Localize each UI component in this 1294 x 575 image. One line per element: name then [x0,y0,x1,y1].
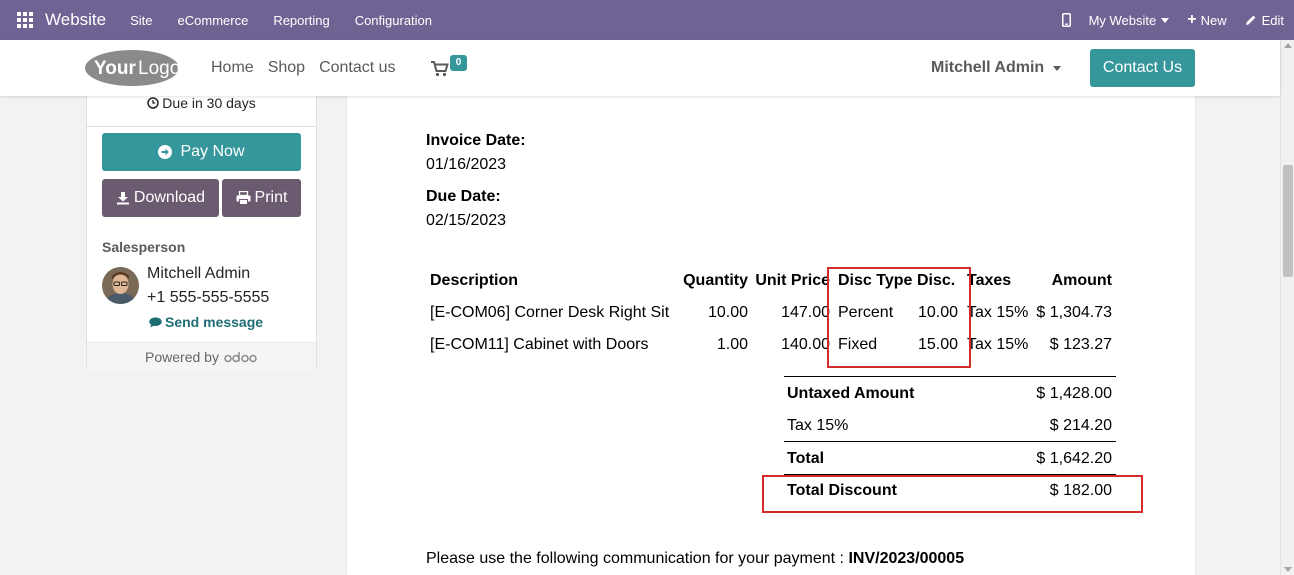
new-button[interactable]: + New [1187,11,1226,29]
website-header: Your Logo Home Shop Contact us 0 Mitchel… [0,40,1280,96]
chevron-down-icon [1053,65,1062,71]
col-unit-price: Unit Price [755,272,830,289]
cart-button[interactable]: 0 [431,53,471,83]
send-message-label: Send message [165,314,264,330]
chevron-down-icon [1161,17,1170,23]
shopping-cart-icon [431,61,449,77]
page-scrollbar[interactable] [1280,40,1294,575]
invoice-sidebar: Due in 30 days Pay Now Download Print Sa… [86,90,317,370]
powered-by-label: Powered by [145,348,219,365]
untaxed-amount-label: Untaxed Amount [787,385,915,402]
total-amount: $ 1,642.20 [1036,450,1112,467]
salesperson-label: Salesperson [102,239,186,255]
divider [784,441,1116,442]
salesperson-avatar [102,267,139,304]
total-discount-highlight [762,475,1143,513]
menu-reporting[interactable]: Reporting [273,13,329,28]
apps-menu-icon[interactable] [17,12,33,28]
invoice-document: Invoice Date: 01/16/2023 Due Date: 02/15… [347,90,1195,575]
line-unit-price: 140.00 [781,336,830,353]
salesperson-name: Mitchell Admin [147,265,251,282]
contact-us-button[interactable]: Contact Us [1090,49,1195,87]
scrollbar-thumb[interactable] [1283,165,1293,277]
user-menu[interactable]: Mitchell Admin [931,40,1062,96]
line-description: [E-COM06] Corner Desk Right Sit [430,304,670,321]
comment-icon [149,316,162,327]
cart-count-badge: 0 [450,55,467,71]
tax-label: Tax 15% [787,417,849,434]
new-label: New [1200,12,1227,28]
svg-text:Your: Your [94,58,136,79]
communication-reference: INV/2023/00005 [848,550,965,567]
pay-now-label: Pay Now [180,143,245,160]
line-amount: $ 1,304.73 [1036,304,1112,321]
nav-contact-us[interactable]: Contact us [319,59,395,77]
edit-button[interactable]: Edit [1245,13,1284,28]
download-label: Download [133,189,206,206]
svg-text:Logo: Logo [138,58,180,79]
col-taxes: Taxes [967,272,1012,289]
powered-by-footer: Powered by [87,342,316,370]
edit-label: Edit [1261,12,1284,28]
download-icon [116,192,129,205]
salesperson-phone: +1 555-555-5555 [147,289,270,306]
line-amount: $ 123.27 [1049,336,1112,353]
due-date-label: Due Date: [426,188,501,205]
due-date: 02/15/2023 [426,212,507,229]
line-quantity: 1.00 [716,336,748,353]
divider [784,376,1116,377]
print-button[interactable]: Print [222,179,301,217]
discount-columns-highlight [827,267,971,368]
download-button[interactable]: Download [102,179,219,217]
scroll-down-arrow-icon[interactable] [1284,567,1292,572]
due-status: Due in 30 days [87,95,316,121]
company-logo[interactable]: Your Logo [84,49,180,87]
col-quantity: Quantity [683,272,748,289]
payment-communication: Please use the following communication f… [426,550,964,568]
line-unit-price: 147.00 [781,304,830,321]
clock-icon [147,97,160,109]
pay-now-button[interactable]: Pay Now [102,133,301,171]
untaxed-amount: $ 1,428.00 [1036,385,1112,402]
send-message-link[interactable]: Send message [149,314,263,330]
pencil-icon [1245,15,1255,25]
admin-navbar: Website Site eCommerce Reporting Configu… [0,0,1294,40]
odoo-logo[interactable] [224,350,258,364]
scroll-up-arrow-icon[interactable] [1284,43,1292,48]
menu-configuration[interactable]: Configuration [355,13,432,28]
col-description: Description [430,272,519,289]
invoice-date: 01/16/2023 [426,156,507,173]
user-name: Mitchell Admin [931,59,1045,76]
my-website-dropdown[interactable]: My Website [1089,13,1170,28]
line-taxes: Tax 15% [967,304,1029,321]
nav-shop[interactable]: Shop [268,59,305,77]
mobile-preview-icon[interactable] [1061,13,1071,27]
line-taxes: Tax 15% [967,336,1029,353]
my-website-label: My Website [1088,12,1157,28]
app-title[interactable]: Website [45,10,106,30]
invoice-date-label: Invoice Date: [426,132,526,149]
arrow-circle-right-icon [158,145,173,159]
col-amount: Amount [1051,272,1112,289]
menu-site[interactable]: Site [130,13,152,28]
divider [87,126,316,127]
plus-icon: + [1187,11,1197,28]
total-label: Total [787,450,825,467]
line-description: [E-COM11] Cabinet with Doors [430,336,649,353]
print-icon [236,191,251,205]
line-quantity: 10.00 [707,304,748,321]
tax-amount: $ 214.20 [1049,417,1112,434]
nav-home[interactable]: Home [211,59,254,77]
menu-ecommerce[interactable]: eCommerce [178,13,249,28]
communication-text: Please use the following communication f… [426,550,844,567]
due-text: Due in 30 days [162,95,256,111]
print-label: Print [254,189,288,206]
